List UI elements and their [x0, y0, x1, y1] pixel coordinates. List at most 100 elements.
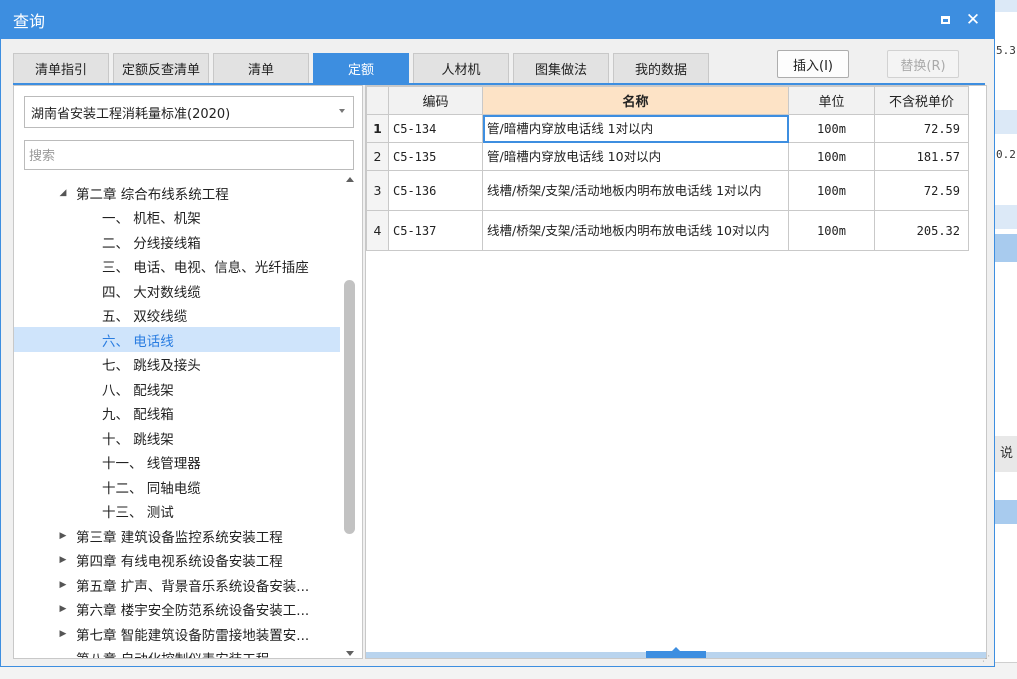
collapsed-arrow-icon[interactable]: ▶ — [56, 555, 70, 565]
tree-section[interactable]: 七、 跳线及接头 — [14, 352, 340, 377]
tree-section[interactable]: 八、 配线架 — [14, 376, 340, 401]
code-cell[interactable]: C5-135 — [388, 142, 483, 171]
collapsed-arrow-icon[interactable]: ▶ — [56, 629, 70, 639]
table-row[interactable]: 3 C5-136 线槽/桥架/支架/活动地板内明布放电话线 1对以内 100m 72.5… — [366, 170, 969, 211]
name-cell[interactable]: 线槽/桥架/支架/活动地板内明布放电话线 1对以内 — [482, 170, 789, 211]
bg-row-selected — [994, 500, 1017, 524]
row-number[interactable]: 2 — [366, 142, 389, 171]
tree-label: 第八章 自动化控制仪表安装工程 — [76, 648, 269, 658]
insert-button[interactable]: 插入(I) — [777, 50, 849, 78]
row-number[interactable]: 4 — [366, 210, 389, 251]
query-dialog: 查询 ✕ 清单指引 定额反查清单 清单 定额 人材机 图集做法 我的数据 插入(… — [0, 0, 995, 667]
name-cell[interactable]: 管/暗槽内穿放电话线 10对以内 — [482, 142, 789, 171]
tree-section[interactable]: 十三、 测试 — [14, 499, 340, 524]
tree-section[interactable]: 一、 机柜、机架 — [14, 205, 340, 230]
tree-section[interactable]: 十、 跳线架 — [14, 425, 340, 450]
close-button[interactable]: ✕ — [964, 11, 982, 29]
unit-cell[interactable]: 100m — [788, 142, 875, 171]
unit-cell[interactable]: 100m — [788, 210, 875, 251]
tab-qingdan[interactable]: 清单 — [213, 53, 309, 83]
left-panel: 湖南省安装工程消耗量标准(2020) ◢ 第二章 综合布线系统工程一、 机柜、机架… — [13, 85, 363, 659]
tab-qingdan-zhiyin[interactable]: 清单指引 — [13, 53, 109, 83]
title-buttons: ✕ — [936, 11, 994, 29]
tab-dinge-fancha[interactable]: 定额反查清单 — [113, 53, 209, 83]
results-table: 编码 名称 单位 不含税单价 1 C5-134 管/暗槽内穿放电话线 1对以内 100… — [366, 86, 969, 251]
tree-chapter[interactable]: ▶ 第七章 智能建筑设备防雷接地装置安... — [14, 621, 340, 646]
h-scroll-thumb[interactable] — [646, 647, 706, 658]
tree-label: 第五章 扩声、背景音乐系统设备安装... — [76, 578, 310, 595]
bg-row-selected — [994, 234, 1017, 262]
maximize-icon — [940, 16, 950, 24]
col-name-header[interactable]: 名称 — [482, 86, 789, 115]
tree-section[interactable]: 五、 双绞线缆 — [14, 303, 340, 328]
expanded-arrow-icon[interactable]: ◢ — [56, 188, 70, 198]
tree-label: 三、 电话、电视、信息、光纤插座 — [102, 260, 309, 276]
search-input[interactable] — [24, 140, 354, 170]
tree-label: 十、 跳线架 — [102, 431, 174, 448]
tree-chapter[interactable]: ▶ 第三章 建筑设备监控系统安装工程 — [14, 523, 340, 548]
price-cell[interactable]: 72.59 — [874, 114, 969, 143]
chapter-tree: ◢ 第二章 综合布线系统工程 一、 机柜、机架 二、 分线接线箱三、 电话、电视、信息… — [14, 174, 340, 658]
tree-label: 八、 配线架 — [102, 382, 174, 399]
tree-chapter[interactable]: ▶ 第六章 楼宇安全防范系统设备安装工... — [14, 597, 340, 622]
scroll-thumb[interactable] — [344, 280, 355, 534]
tree-chapter[interactable]: ▶ 第四章 有线电视系统设备安装工程 — [14, 548, 340, 573]
replace-button[interactable]: 替换(R) — [887, 50, 959, 78]
tree-label: 第二章 综合布线系统工程 — [76, 186, 229, 203]
table-row[interactable]: 1 C5-134 管/暗槽内穿放电话线 1对以内 100m 72.59 — [366, 114, 969, 143]
chevron-up-icon — [672, 647, 680, 651]
tree-label: 十二、 同轴电缆 — [102, 480, 201, 497]
tree-section[interactable]: 十一、 线管理器 — [14, 450, 340, 475]
tree-chapter[interactable]: ▶ 第五章 扩声、背景音乐系统设备安装... — [14, 572, 340, 597]
tree-label: 一、 机柜、机架 — [102, 211, 201, 227]
resize-grip-icon[interactable]: ⋰ — [982, 654, 992, 664]
tree-section[interactable]: 三、 电话、电视、信息、光纤插座 — [14, 254, 340, 279]
code-cell[interactable]: C5-134 — [388, 114, 483, 143]
tree-label: 四、 大对数线缆 — [102, 284, 201, 301]
horizontal-scrollbar[interactable] — [366, 647, 986, 658]
tree-label: 七、 跳线及接头 — [102, 358, 201, 374]
unit-cell[interactable]: 100m — [788, 170, 875, 211]
tree-section[interactable]: 十二、 同轴电缆 — [14, 474, 340, 499]
col-price-header[interactable]: 不含税单价 — [874, 86, 969, 115]
tab-tuji-zuofa[interactable]: 图集做法 — [513, 53, 609, 83]
tree-section[interactable]: 六、 电话线 — [14, 327, 340, 352]
tree-section[interactable]: 二、 分线接线箱 — [14, 229, 340, 254]
bg-row — [994, 0, 1017, 12]
dialog-title: 查询 — [13, 14, 46, 31]
scroll-up-icon[interactable] — [346, 177, 354, 182]
tree-section[interactable]: 四、 大对数线缆 — [14, 278, 340, 303]
titlebar: 查询 ✕ — [1, 1, 994, 39]
tree-chapter[interactable]: ◢ 第二章 综合布线系统工程 — [14, 180, 340, 205]
collapsed-arrow-icon[interactable]: ▶ — [56, 531, 70, 541]
price-cell[interactable]: 205.32 — [874, 210, 969, 251]
tree-section[interactable]: 九、 配线箱 — [14, 401, 340, 426]
code-cell[interactable]: C5-136 — [388, 170, 483, 211]
row-number[interactable]: 1 — [366, 114, 389, 143]
bg-row — [994, 205, 1017, 229]
tree-label: 二、 分线接线箱 — [102, 235, 201, 252]
tab-rencaiji[interactable]: 人材机 — [413, 53, 509, 83]
tree-label: 第六章 楼宇安全防范系统设备安装工... — [76, 603, 310, 619]
table-row[interactable]: 4 C5-137 线槽/桥架/支架/活动地板内明布放电话线 10对以内 100m 205… — [366, 210, 969, 251]
scroll-down-icon[interactable] — [346, 651, 354, 656]
collapsed-arrow-icon[interactable]: ▶ — [56, 604, 70, 614]
unit-cell[interactable]: 100m — [788, 114, 875, 143]
col-code-header[interactable]: 编码 — [388, 86, 483, 115]
price-cell[interactable]: 72.59 — [874, 170, 969, 211]
tree-chapter[interactable]: 第八章 自动化控制仪表安装工程 — [14, 646, 340, 658]
collapsed-arrow-icon[interactable]: ▶ — [56, 580, 70, 590]
standard-dropdown[interactable]: 湖南省安装工程消耗量标准(2020) — [24, 96, 354, 128]
tree-scrollbar[interactable] — [340, 174, 360, 658]
name-cell[interactable]: 管/暗槽内穿放电话线 1对以内 — [482, 114, 789, 143]
name-cell[interactable]: 线槽/桥架/支架/活动地板内明布放电话线 10对以内 — [482, 210, 789, 251]
tab-wode-shuju[interactable]: 我的数据 — [613, 53, 709, 83]
tab-dinge[interactable]: 定额 — [313, 53, 409, 83]
col-unit-header[interactable]: 单位 — [788, 86, 875, 115]
row-number[interactable]: 3 — [366, 170, 389, 211]
tree-label: 五、 双绞线缆 — [102, 309, 188, 325]
maximize-button[interactable] — [936, 11, 954, 29]
price-cell[interactable]: 181.57 — [874, 142, 969, 171]
code-cell[interactable]: C5-137 — [388, 210, 483, 251]
table-row[interactable]: 2 C5-135 管/暗槽内穿放电话线 10对以内 100m 181.57 — [366, 142, 969, 171]
